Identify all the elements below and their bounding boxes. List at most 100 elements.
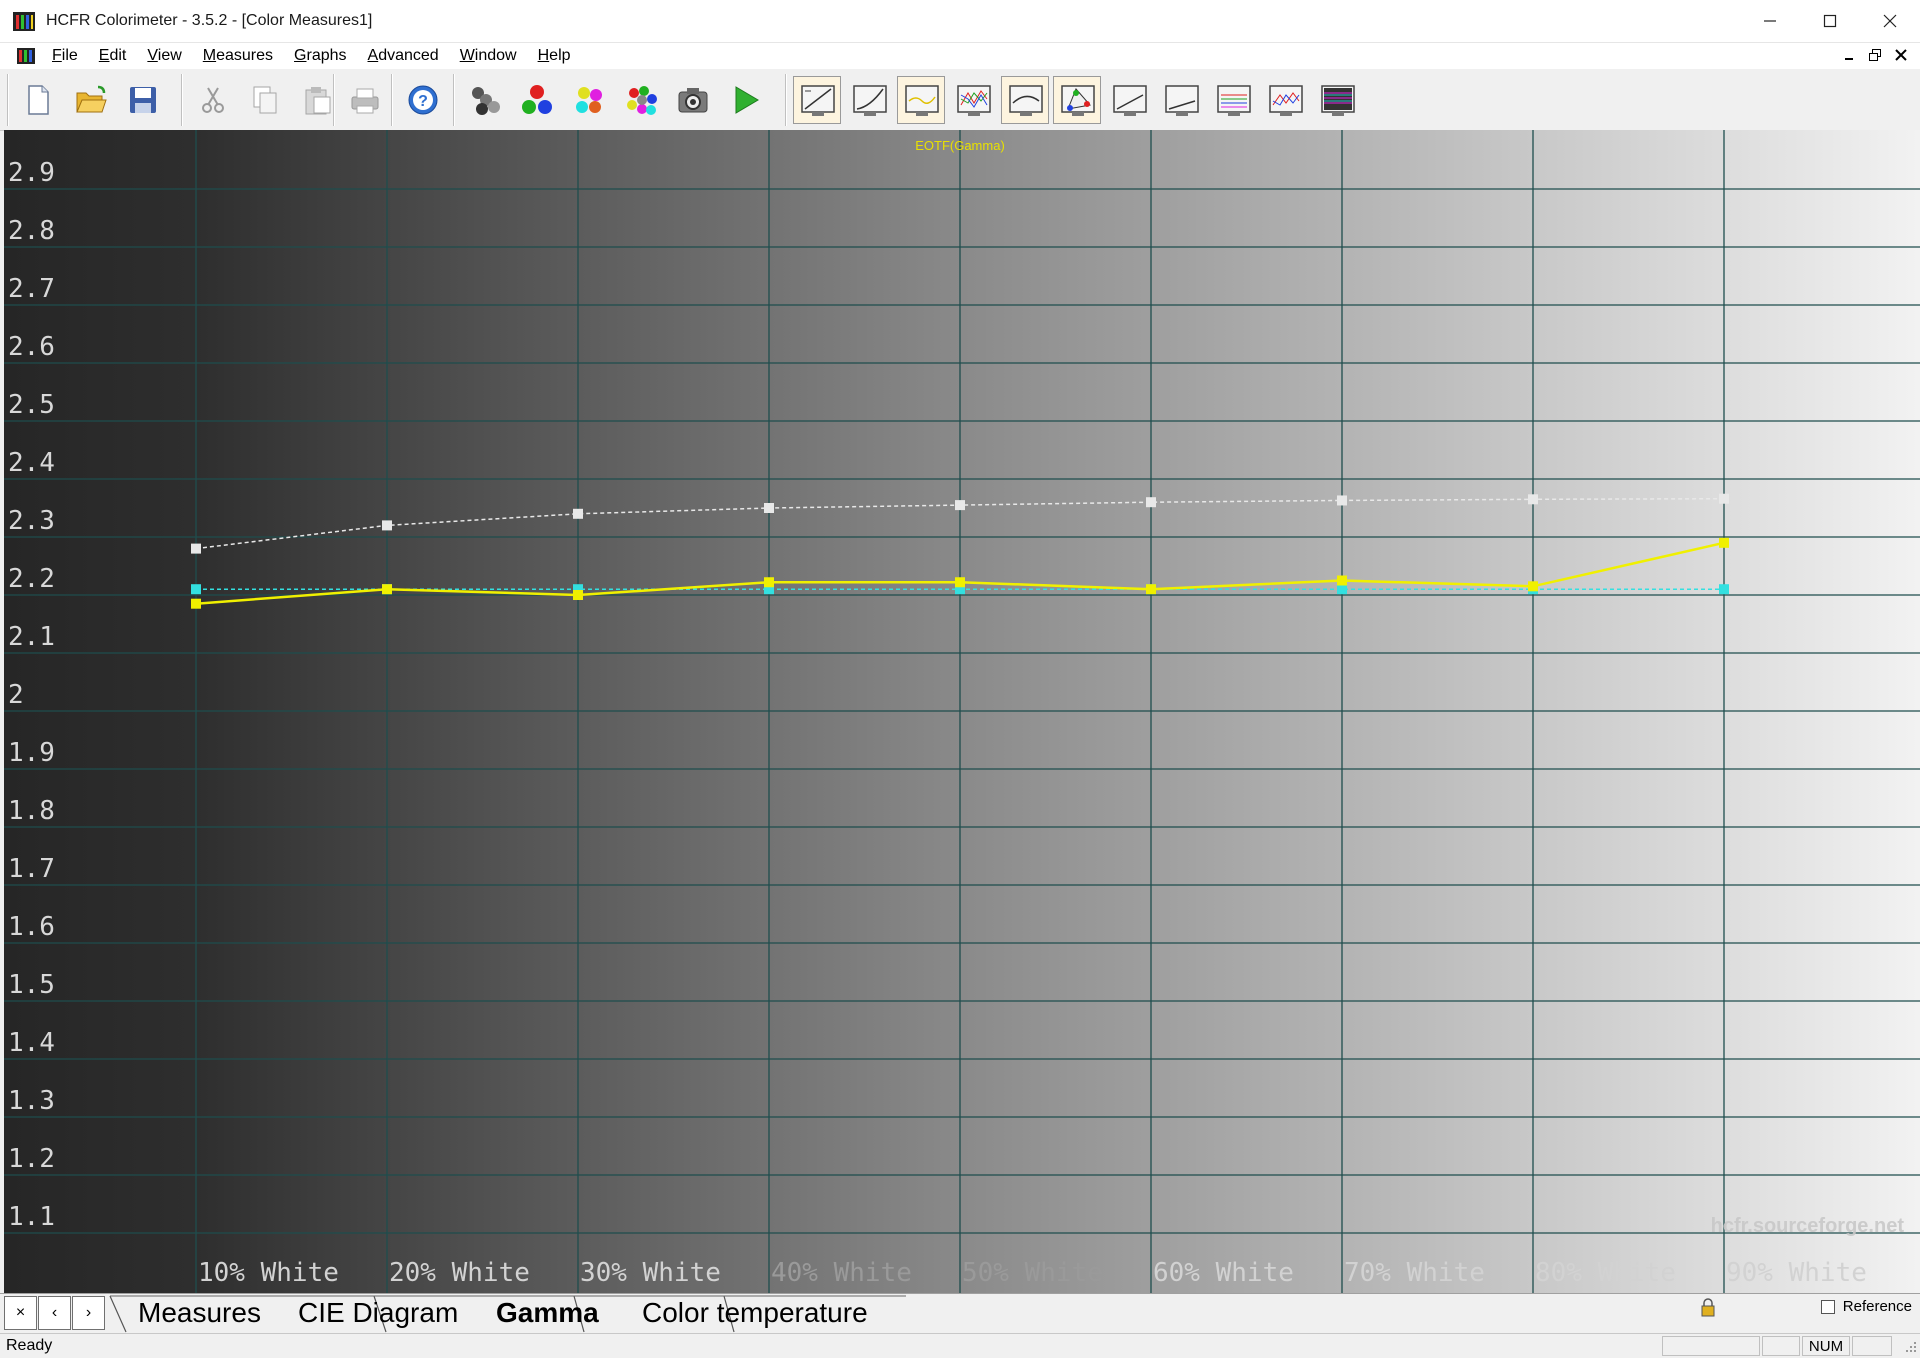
camera-button[interactable] xyxy=(669,76,717,124)
tab-measures[interactable]: Measures xyxy=(138,1294,261,1332)
maximize-icon xyxy=(1823,14,1837,28)
series-point xyxy=(955,577,965,588)
maximize-button[interactable] xyxy=(1800,0,1860,42)
y-tick-label: 2.6 xyxy=(8,332,55,362)
lock-icon[interactable] xyxy=(1698,1298,1718,1318)
tab-color-temperature[interactable]: Color temperature xyxy=(642,1294,868,1332)
menu-bar: File Edit View Measures Graphs Advanced … xyxy=(0,43,1920,69)
series-point xyxy=(1146,497,1156,508)
x-tick-label: 90% White xyxy=(1726,1258,1867,1288)
y-tick-label: 1.1 xyxy=(8,1202,55,1232)
series-point xyxy=(764,503,774,513)
close-button[interactable] xyxy=(1860,0,1920,42)
menu-help[interactable]: Help xyxy=(530,47,584,65)
y-tick-label: 1.6 xyxy=(8,912,55,942)
gamma-graph-button[interactable] xyxy=(845,76,893,124)
menu-advanced[interactable]: Advanced xyxy=(360,47,452,65)
series-point xyxy=(191,598,201,609)
tab-prev-button[interactable]: ‹ xyxy=(38,1296,71,1330)
all-colors-measure-button[interactable] xyxy=(617,76,665,124)
series-point xyxy=(1337,575,1347,586)
child-minimize-button[interactable] xyxy=(1840,45,1858,65)
copy-icon xyxy=(253,86,277,114)
menu-graphs[interactable]: Graphs xyxy=(286,47,359,65)
minimize-button[interactable] xyxy=(1740,0,1800,42)
saturation-graph-button[interactable] xyxy=(1105,76,1153,124)
measures-grid-icon xyxy=(1321,85,1355,116)
color-comparator-icon xyxy=(1269,85,1303,116)
resize-grip-icon[interactable] xyxy=(1904,1340,1918,1354)
checkbox-box[interactable] xyxy=(1820,1299,1835,1314)
measures-grid-button[interactable] xyxy=(1313,76,1361,124)
menu-window[interactable]: Window xyxy=(452,47,530,65)
y-tick-label: 1.9 xyxy=(8,738,55,768)
x-tick-label: 60% White xyxy=(1153,1258,1294,1288)
secondaries-measure-button[interactable] xyxy=(565,76,613,124)
menu-file[interactable]: File xyxy=(44,47,91,65)
series-point xyxy=(573,590,583,600)
camera-icon xyxy=(678,88,708,113)
status-bar: Ready NUM xyxy=(0,1333,1920,1358)
cut-button[interactable] xyxy=(189,76,237,124)
y-tick-label: 2 xyxy=(8,680,24,710)
y-tick-label: 2.9 xyxy=(8,158,55,188)
y-tick-label: 1.3 xyxy=(8,1086,55,1116)
menu-view[interactable]: View xyxy=(139,47,194,65)
tab-cie-diagram[interactable]: CIE Diagram xyxy=(298,1294,458,1332)
menu-measures[interactable]: Measures xyxy=(195,47,286,65)
print-button[interactable] xyxy=(341,76,389,124)
luminance-graph-button[interactable] xyxy=(793,76,841,124)
x-tick-label: 40% White xyxy=(771,1258,912,1288)
save-disk-icon xyxy=(130,87,156,113)
status-pane-empty xyxy=(1762,1336,1800,1356)
x-tick-label: 70% White xyxy=(1344,1258,1485,1288)
tab-next-button[interactable]: › xyxy=(72,1296,105,1330)
all-colors-measure-icon xyxy=(627,86,657,115)
close-icon xyxy=(1895,49,1907,61)
rgb-levels-graph-button[interactable] xyxy=(949,76,997,124)
deltae-graph-button[interactable] xyxy=(1209,76,1257,124)
copy-button[interactable] xyxy=(241,76,289,124)
restore-icon xyxy=(1869,49,1881,61)
color-comparator-button[interactable] xyxy=(1261,76,1309,124)
near-black-graph-button[interactable] xyxy=(1157,76,1205,124)
y-tick-label: 2.1 xyxy=(8,622,55,652)
toolbar-group xyxy=(454,74,773,126)
open-folder-button[interactable] xyxy=(67,76,115,124)
series-point xyxy=(1528,581,1538,592)
grayscale-measure-button[interactable] xyxy=(461,76,509,124)
child-close-button[interactable] xyxy=(1892,45,1910,65)
new-document-button[interactable] xyxy=(15,76,63,124)
rgb-levels-graph-icon xyxy=(957,85,991,116)
child-restore-button[interactable] xyxy=(1866,45,1884,65)
help-button[interactable]: ? xyxy=(399,76,447,124)
y-tick-label: 2.3 xyxy=(8,506,55,536)
reference-checkbox[interactable]: Reference xyxy=(1820,1298,1912,1315)
y-tick-label: 1.5 xyxy=(8,970,55,1000)
series-point xyxy=(1528,494,1538,505)
tab-gamma[interactable]: Gamma xyxy=(496,1294,599,1332)
cie-chart-button[interactable] xyxy=(1053,76,1101,124)
color-temp-graph-button[interactable] xyxy=(1001,76,1049,124)
x-tick-label: 30% White xyxy=(580,1258,721,1288)
play-button[interactable] xyxy=(721,76,769,124)
series-point xyxy=(191,584,201,595)
y-tick-label: 2.4 xyxy=(8,448,55,478)
y-tick-label: 2.5 xyxy=(8,390,55,420)
y-tick-label: 1.8 xyxy=(8,796,55,826)
tab-close-button[interactable]: × xyxy=(4,1296,37,1330)
primaries-measure-icon xyxy=(522,85,552,114)
eotf-graph-button[interactable] xyxy=(897,76,945,124)
series-point xyxy=(764,577,774,588)
cie-chart-icon xyxy=(1061,85,1095,116)
saturation-graph-icon xyxy=(1113,85,1147,116)
grayscale-measure-icon xyxy=(472,87,500,115)
series-point xyxy=(1146,584,1156,595)
menu-edit[interactable]: Edit xyxy=(91,47,140,65)
primaries-measure-button[interactable] xyxy=(513,76,561,124)
series-point xyxy=(382,584,392,595)
x-axis-ticks: 10% White 20% White 30% White 40% White 50% … xyxy=(198,1258,1867,1288)
chart-title: EOTF(Gamma) xyxy=(915,138,1005,153)
save-disk-button[interactable] xyxy=(119,76,167,124)
y-tick-label: 1.7 xyxy=(8,854,55,884)
